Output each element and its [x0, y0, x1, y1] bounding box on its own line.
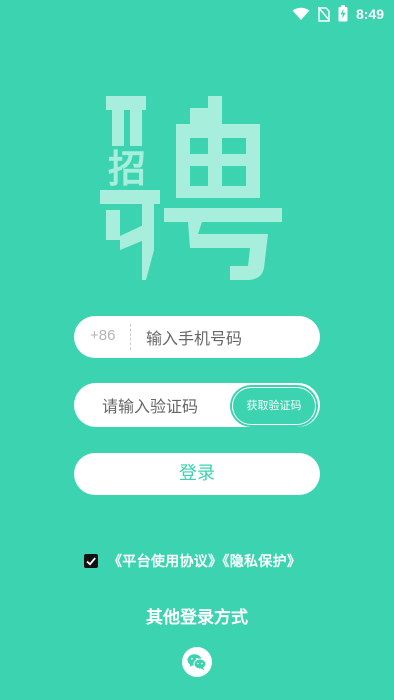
agreement-links[interactable]: 《平台使用协议》《隐私保护》	[108, 551, 301, 571]
check-icon	[86, 557, 96, 566]
login-button[interactable]: 登录	[74, 453, 320, 495]
no-sim-icon	[317, 6, 330, 22]
status-bar: 8:49	[0, 0, 394, 28]
verification-code-input[interactable]	[100, 393, 244, 419]
other-login-title: 其他登录方式	[146, 608, 248, 628]
agreement-checkbox[interactable]	[84, 554, 98, 568]
wifi-icon	[292, 7, 310, 21]
get-code-button[interactable]: 获取验证码	[232, 387, 316, 425]
phone-field[interactable]: +86	[74, 316, 320, 358]
battery-charging-icon	[338, 5, 348, 22]
wechat-login-button[interactable]	[182, 647, 212, 677]
phone-divider	[130, 324, 131, 350]
wechat-icon	[187, 654, 207, 670]
status-icons: 8:49	[292, 5, 384, 22]
phone-input[interactable]	[144, 325, 308, 351]
country-code[interactable]: +86	[90, 327, 115, 344]
status-time: 8:49	[355, 5, 384, 22]
app-logo: 招	[98, 90, 284, 286]
logo-sub-char: 招	[108, 147, 146, 191]
agreement-row: 《平台使用协议》《隐私保护》	[84, 551, 301, 571]
verification-code-field[interactable]: 获取验证码	[74, 383, 320, 427]
